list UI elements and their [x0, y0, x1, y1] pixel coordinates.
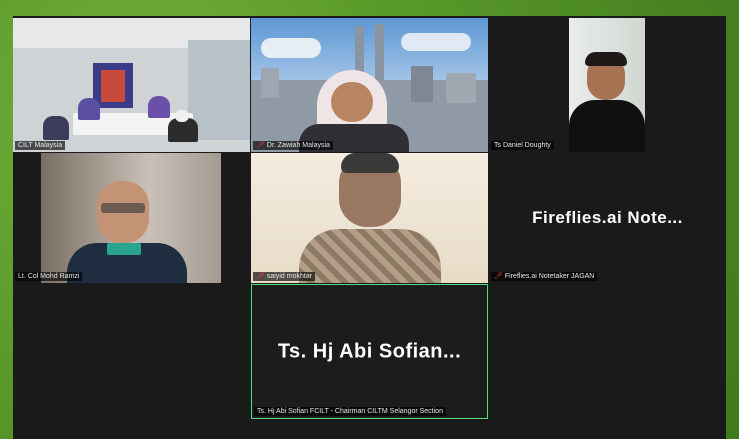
participant-name: Lt. Col Mohd Ramzi	[18, 273, 80, 280]
participant-name: Fireflies.ai Notetaker JAGAN	[504, 273, 595, 280]
participant-display-name: Ts. Hj Abi Sofian...	[277, 340, 462, 362]
participant-name-label: CILT Malaysia	[15, 141, 66, 150]
participant-tile-fireflies-notetaker[interactable]: Fireflies.ai Note... 🎤︎ Fireflies.ai Note…	[489, 153, 726, 283]
participant-name-label: Ts Daniel Doughty	[491, 141, 554, 150]
participant-name: CILT Malaysia	[18, 142, 63, 149]
participant-name-label: 🎤︎ saiyid mokhtar	[253, 272, 316, 281]
participant-tile-lt-col-mohd-ramzi[interactable]: Lt. Col Mohd Ramzi	[13, 153, 250, 283]
muted-mic-icon: 🎤︎	[256, 142, 265, 149]
participant-name-label: 🎤︎ Dr. Zawiah Malaysia	[253, 141, 333, 150]
participant-tile-saiyid-mokhtar[interactable]: 🎤︎ saiyid mokhtar	[251, 153, 488, 283]
participant-name-label: 🎤︎ Fireflies.ai Notetaker JAGAN	[491, 272, 598, 281]
muted-mic-icon: 🎤︎	[256, 273, 265, 280]
participant-name: Ts. Hj Abi Sofian FCILT - Chairman CILTM…	[257, 408, 443, 415]
video-feed	[13, 18, 250, 152]
participant-display-name: Fireflies.ai Note...	[532, 208, 683, 227]
video-grid: CILT Malaysia 🎤︎ Dr. Zawiah Malaysia Ts …	[13, 16, 726, 439]
participant-name: Ts Daniel Doughty	[494, 142, 551, 149]
video-feed	[41, 153, 221, 283]
muted-mic-icon: 🎤︎	[494, 273, 503, 280]
participant-tile-cilt-malaysia[interactable]: CILT Malaysia	[13, 18, 250, 152]
participant-name: saiyid mokhtar	[266, 273, 313, 280]
participant-name-label: Lt. Col Mohd Ramzi	[15, 272, 83, 281]
video-feed	[569, 18, 645, 152]
participant-tile-dr-zawiah[interactable]: 🎤︎ Dr. Zawiah Malaysia	[251, 18, 488, 152]
participant-tile-ts-daniel-doughty[interactable]: Ts Daniel Doughty	[489, 18, 726, 152]
participant-tile-ts-hj-abi-sofian[interactable]: Ts. Hj Abi Sofian... Ts. Hj Abi Sofian F…	[251, 284, 488, 419]
video-feed	[251, 153, 488, 283]
participant-name-label: Ts. Hj Abi Sofian FCILT - Chairman CILTM…	[254, 407, 446, 416]
video-feed	[251, 18, 488, 152]
participant-name: Dr. Zawiah Malaysia	[266, 142, 330, 149]
